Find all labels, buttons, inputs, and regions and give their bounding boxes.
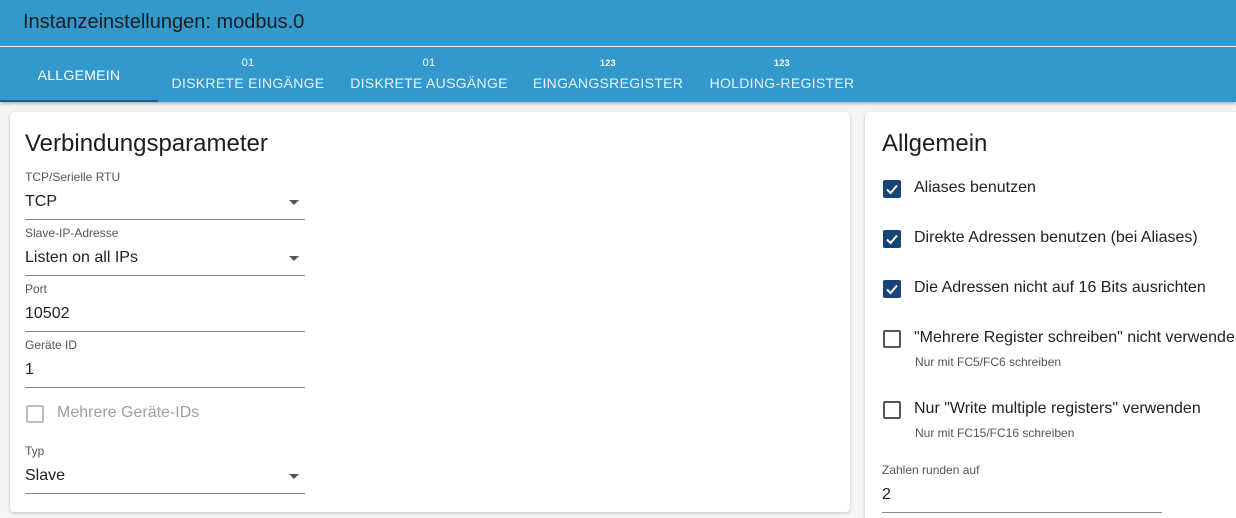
checkbox-help-text: Nur mit FC15/FC16 schreiben xyxy=(915,426,1075,440)
field-value: 1 xyxy=(25,361,34,378)
tab-bar: ALLGEMEIN 01 DISKRETE EINGÄNGE 01 DISKRE… xyxy=(0,47,1236,102)
checkbox-label: "Mehrere Register schreiben" nicht verwe… xyxy=(914,329,1235,346)
checkbox-label: Mehrere Geräte-IDs xyxy=(57,404,200,421)
field-label: Slave-IP-Adresse xyxy=(25,226,119,240)
general-settings-card: Allgemein Aliases benutzen Direkte Adres… xyxy=(865,112,1236,518)
checkbox-icon xyxy=(26,405,44,423)
connection-parameters-card: Verbindungsparameter TCP/Serielle RTU TC… xyxy=(10,112,850,512)
checkbox-label: Direkte Adressen benutzen (bei Aliases) xyxy=(914,229,1198,246)
tab-badge: 123 xyxy=(600,58,616,68)
field-value: TCP xyxy=(25,193,57,210)
field-value: 10502 xyxy=(25,305,70,322)
use-aliases-checkbox[interactable]: Aliases benutzen xyxy=(883,179,1236,203)
tab-label: HOLDING-REGISTER xyxy=(709,75,855,91)
card-title: Verbindungsparameter xyxy=(25,130,268,157)
checkbox-help-text: Nur mit FC5/FC6 schreiben xyxy=(915,355,1062,369)
tab-badge: 01 xyxy=(241,57,255,69)
no-multiple-register-write-checkbox[interactable]: "Mehrere Register schreiben" nicht verwe… xyxy=(883,329,1236,369)
card-title: Allgemein xyxy=(882,130,988,157)
checkbox-label: Nur "Write multiple registers" verwenden xyxy=(914,400,1201,417)
checkbox-icon xyxy=(883,330,901,348)
tab-label: ALLGEMEIN xyxy=(37,67,121,83)
port-input[interactable]: Port 10502 xyxy=(25,282,305,332)
no-16bit-align-checkbox[interactable]: Die Adressen nicht auf 16 Bits ausrichte… xyxy=(883,279,1236,303)
only-write-multiple-registers-checkbox[interactable]: Nur "Write multiple registers" verwenden… xyxy=(883,400,1236,440)
field-label: Typ xyxy=(25,444,45,458)
tab-allgemein[interactable]: ALLGEMEIN xyxy=(0,47,158,102)
tab-badge: 01 xyxy=(422,57,436,69)
tab-diskrete-ausgaenge[interactable]: 01 DISKRETE AUSGÄNGE xyxy=(339,47,519,102)
chevron-down-icon xyxy=(289,256,299,261)
tab-label: DISKRETE AUSGÄNGE xyxy=(350,75,508,91)
direct-addresses-checkbox[interactable]: Direkte Adressen benutzen (bei Aliases) xyxy=(883,229,1236,253)
field-label: TCP/Serielle RTU xyxy=(25,170,121,184)
device-id-input[interactable]: Geräte ID 1 xyxy=(25,338,305,388)
chevron-down-icon xyxy=(289,474,299,479)
slave-ip-select[interactable]: Slave-IP-Adresse Listen on all IPs xyxy=(25,226,305,276)
checkbox-checked-icon xyxy=(883,230,901,248)
field-value: Slave xyxy=(25,467,66,484)
tab-eingangsregister[interactable]: 123 EINGANGSREGISTER xyxy=(523,47,693,102)
type-select[interactable]: Typ Slave xyxy=(25,444,305,494)
field-label: Zahlen runden auf xyxy=(882,463,980,477)
title-bar: Instanzeinstellungen: modbus.0 xyxy=(0,0,1236,46)
field-value: 2 xyxy=(882,486,891,503)
checkbox-checked-icon xyxy=(883,180,901,198)
checkbox-icon xyxy=(883,401,901,419)
chevron-down-icon xyxy=(289,200,299,205)
field-value: Listen on all IPs xyxy=(25,249,138,266)
round-numbers-input[interactable]: Zahlen runden auf 2 xyxy=(882,463,1162,513)
page-title: Instanzeinstellungen: modbus.0 xyxy=(23,11,305,33)
tcp-serial-select[interactable]: TCP/Serielle RTU TCP xyxy=(25,170,305,220)
tab-holding-register[interactable]: 123 HOLDING-REGISTER xyxy=(698,47,866,102)
tab-badge: 123 xyxy=(774,58,790,68)
field-label: Port xyxy=(25,282,48,296)
checkbox-label: Die Adressen nicht auf 16 Bits ausrichte… xyxy=(914,279,1206,296)
field-label: Geräte ID xyxy=(25,338,78,352)
checkbox-checked-icon xyxy=(883,280,901,298)
checkbox-label: Aliases benutzen xyxy=(914,179,1036,196)
multiple-device-ids-checkbox[interactable]: Mehrere Geräte-IDs xyxy=(26,404,326,428)
tab-diskrete-eingaenge[interactable]: 01 DISKRETE EINGÄNGE xyxy=(160,47,336,102)
tab-label: EINGANGSREGISTER xyxy=(532,75,684,91)
tab-label: DISKRETE EINGÄNGE xyxy=(171,75,325,91)
